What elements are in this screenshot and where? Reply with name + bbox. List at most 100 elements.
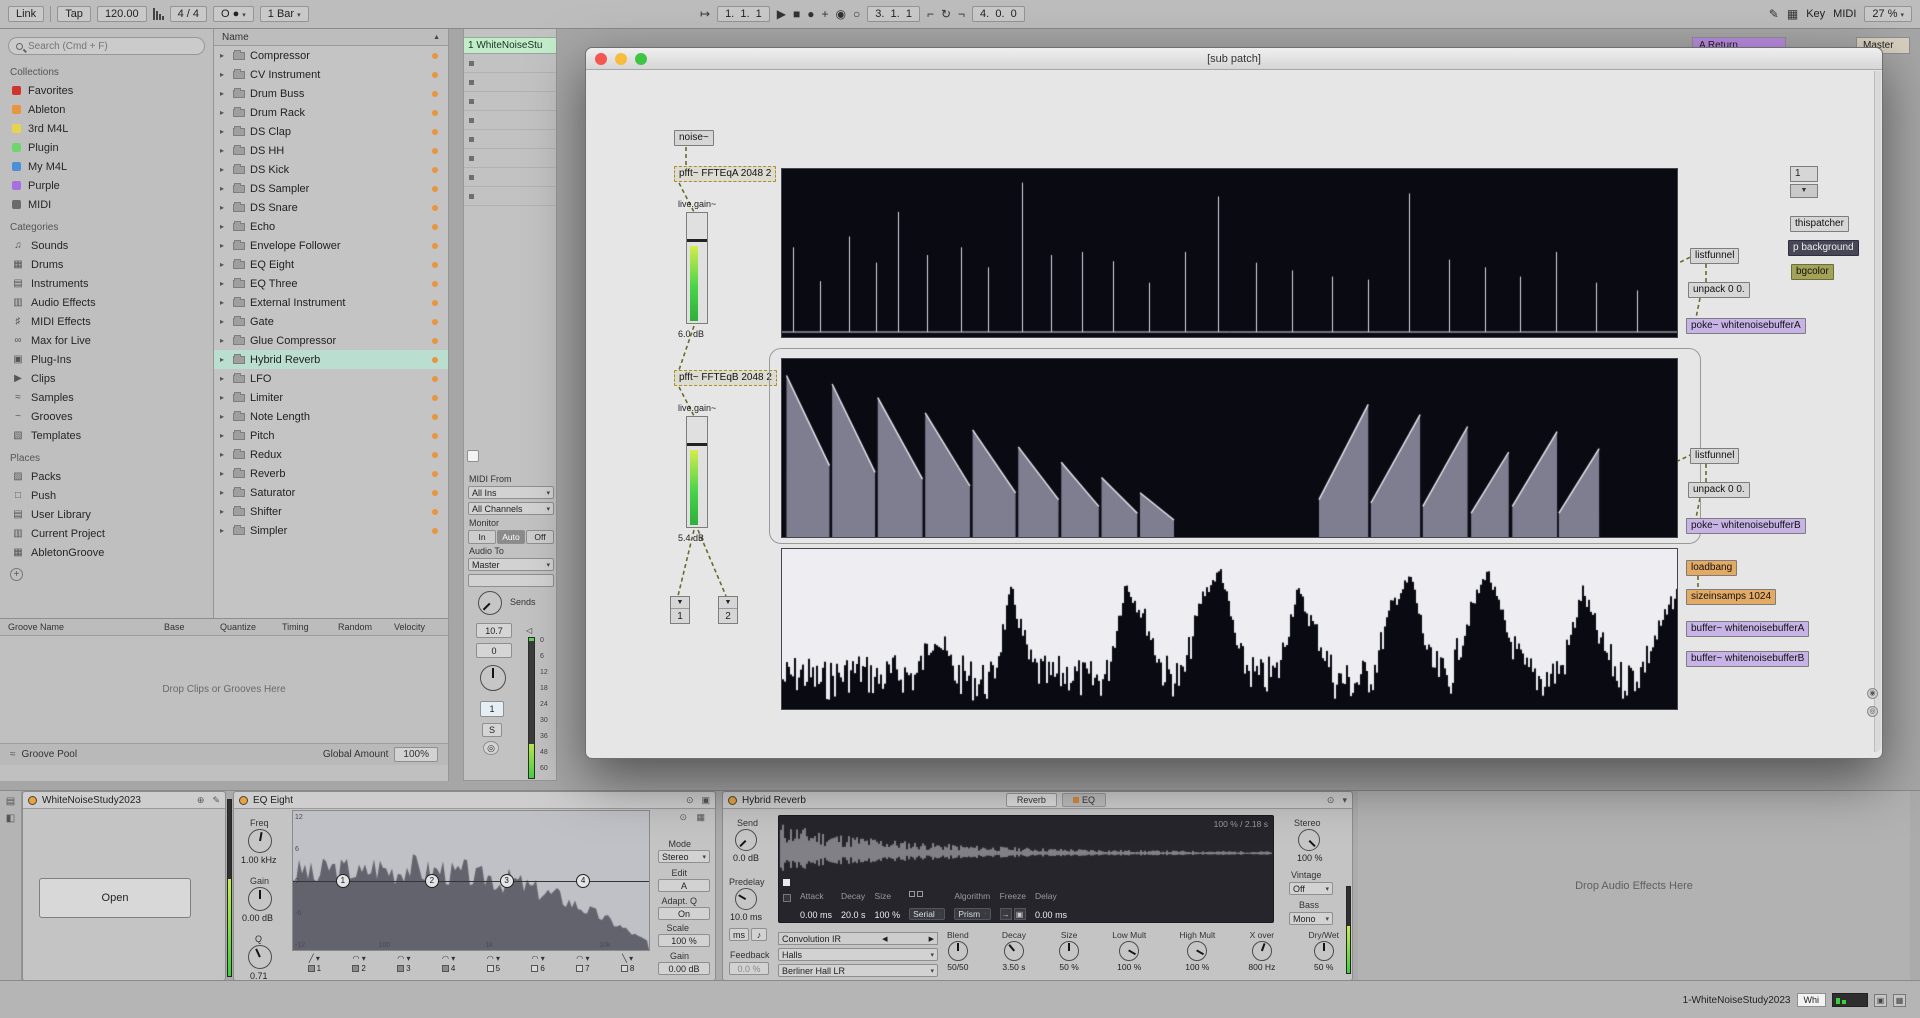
category-item[interactable]: ▦Drums xyxy=(0,255,213,274)
browser-list-item[interactable]: ▸Drum Buss xyxy=(214,84,448,103)
unpack-b-object[interactable]: unpack 0 0. xyxy=(1688,482,1750,498)
band-enable-checkbox[interactable] xyxy=(308,965,315,972)
browser-list-item[interactable]: ▸DS Sampler xyxy=(214,179,448,198)
predelay-value[interactable]: 10.0 ms xyxy=(730,912,762,922)
feedback-field[interactable]: 0.0 % xyxy=(729,962,769,975)
presentation-mode-button[interactable]: ◎ xyxy=(1867,706,1878,717)
groove-drop-zone[interactable]: Drop Clips or Grooves Here xyxy=(0,636,448,743)
search-input[interactable] xyxy=(28,41,178,52)
browser-list-item[interactable]: ▸LFO xyxy=(214,369,448,388)
expand-arrow-icon[interactable]: ▸ xyxy=(220,222,228,231)
knob-value[interactable]: 50 % xyxy=(1314,962,1333,972)
computer-midi-keyboard-icon[interactable]: ▦ xyxy=(1787,7,1798,21)
eq-band-selector[interactable]: ╲ ▾8 xyxy=(605,954,650,973)
expand-arrow-icon[interactable]: ▸ xyxy=(220,450,228,459)
expand-arrow-icon[interactable]: ▸ xyxy=(220,146,228,155)
spectrum-toggle-icon[interactable]: ⊙ xyxy=(679,812,687,823)
open-editor-button[interactable]: Open xyxy=(39,878,191,918)
expand-arrow-icon[interactable]: ▸ xyxy=(220,374,228,383)
trigger-1-box[interactable]: ▼1 xyxy=(670,596,690,624)
midi-from-select[interactable]: All Ins xyxy=(468,486,554,499)
send-value[interactable]: 0.0 dB xyxy=(733,853,759,863)
tap-tempo-button[interactable]: Tap xyxy=(57,6,91,22)
eq-filter-node[interactable]: 2 xyxy=(425,874,439,888)
expand-arrow-icon[interactable]: ▸ xyxy=(220,488,228,497)
capture-midi-icon[interactable]: ◉ xyxy=(836,7,846,21)
reverb-knob-low-mult[interactable] xyxy=(1119,941,1139,961)
groove-pool-icon[interactable]: ≈ xyxy=(10,749,16,760)
category-item[interactable]: ♯MIDI Effects xyxy=(0,312,213,331)
eq-filter-node[interactable]: 3 xyxy=(500,874,514,888)
output-gain-field[interactable]: 0.00 dB xyxy=(658,962,710,975)
groove-column-header[interactable]: Quantize xyxy=(220,622,282,632)
eq-band-selector[interactable]: ◠ ▾7 xyxy=(561,954,606,973)
clip-stop-button[interactable] xyxy=(469,156,474,161)
sort-ascending-icon[interactable]: ▲ xyxy=(433,34,440,41)
preview-button[interactable]: ◎ xyxy=(483,741,499,755)
device-mini-tab[interactable]: Whi xyxy=(1797,993,1827,1007)
audio-to-select[interactable]: Master xyxy=(468,558,554,571)
expand-arrow-icon[interactable]: ▸ xyxy=(220,469,228,478)
fold-icon[interactable]: ▾ xyxy=(1342,795,1347,806)
pfft-ffteqb-object[interactable]: pfft~ FFTEqB 2048 2 xyxy=(674,370,777,386)
add-collection-button[interactable]: + xyxy=(10,568,23,581)
gain-value[interactable]: 0.00 dB xyxy=(242,913,273,923)
send-a-knob[interactable] xyxy=(478,591,502,615)
ir-category-select[interactable]: Halls xyxy=(778,948,938,961)
clip-slot[interactable] xyxy=(464,149,556,168)
groove-column-header[interactable]: Base xyxy=(164,622,220,632)
knob-value[interactable]: 800 Hz xyxy=(1248,962,1275,972)
eq-band-selector[interactable]: ◠ ▾5 xyxy=(471,954,516,973)
audio-to-sub-select[interactable] xyxy=(468,574,554,587)
band-enable-checkbox[interactable] xyxy=(352,965,359,972)
knob-value[interactable]: 50 % xyxy=(1059,962,1078,972)
patcher-lock-button[interactable]: ◉ xyxy=(1867,688,1878,699)
unpack-a-object[interactable]: unpack 0 0. xyxy=(1688,282,1750,298)
browser-list-item[interactable]: ▸Note Length xyxy=(214,407,448,426)
expand-arrow-icon[interactable]: ▸ xyxy=(220,317,228,326)
expand-arrow-icon[interactable]: ▸ xyxy=(220,184,228,193)
clip-stop-button[interactable] xyxy=(469,137,474,142)
expand-arrow-icon[interactable]: ▸ xyxy=(220,241,228,250)
attack-enable-checkbox[interactable] xyxy=(783,894,791,902)
category-item[interactable]: ▣Plug-Ins xyxy=(0,350,213,369)
punch-in-icon[interactable]: ⌐ xyxy=(927,7,934,21)
p-background-subpatch[interactable]: p background xyxy=(1788,240,1859,256)
band-enable-checkbox[interactable] xyxy=(442,965,449,972)
browser-list-item[interactable]: ▸EQ Eight xyxy=(214,255,448,274)
pfft-ffteqa-object[interactable]: pfft~ FFTEqA 2048 2 xyxy=(674,166,776,182)
link-button[interactable]: Link xyxy=(8,6,44,22)
eq-band-selector[interactable]: ◠ ▾6 xyxy=(516,954,561,973)
browser-list-item[interactable]: ▸Saturator xyxy=(214,483,448,502)
time-signature-field[interactable]: 4 / 4 xyxy=(170,6,207,22)
live-gain-b-slider[interactable] xyxy=(686,416,708,528)
listfunnel-a-object[interactable]: listfunnel xyxy=(1690,248,1739,264)
collection-item[interactable]: MIDI xyxy=(0,195,213,214)
clip-slot[interactable] xyxy=(464,92,556,111)
draw-mode-icon[interactable]: ✎ xyxy=(1769,7,1779,21)
zoom-button[interactable] xyxy=(635,53,647,65)
knob-value[interactable]: 100 % xyxy=(1117,962,1141,972)
umenu-dropdown[interactable]: ▼ xyxy=(1790,184,1818,198)
expand-arrow-icon[interactable]: ▸ xyxy=(220,298,228,307)
eq-filter-node[interactable]: 4 xyxy=(576,874,590,888)
monitor-option-in[interactable]: In xyxy=(468,530,496,544)
collection-item[interactable]: 3rd M4L xyxy=(0,119,213,138)
category-item[interactable]: ♫Sounds xyxy=(0,236,213,255)
clip-stop-button[interactable] xyxy=(469,99,474,104)
expand-arrow-icon[interactable]: ▸ xyxy=(220,279,228,288)
eq-spectrum-display[interactable]: 1260-6-12 1001k10k 1234 xyxy=(292,810,650,951)
freq-knob[interactable] xyxy=(248,829,272,853)
bass-mono-select[interactable]: Mono xyxy=(1289,912,1333,925)
filter-shape-icon[interactable]: ╲ ▾ xyxy=(622,954,633,963)
band-enable-checkbox[interactable] xyxy=(487,965,494,972)
midi-channel-select[interactable]: All Channels xyxy=(468,502,554,515)
listfunnel-b-object[interactable]: listfunnel xyxy=(1690,448,1739,464)
browser-list-item[interactable]: ▸Simpler xyxy=(214,521,448,540)
punch-out-icon[interactable]: ¬ xyxy=(958,7,965,21)
adapt-q-toggle[interactable]: On xyxy=(658,907,710,920)
eq-band-selector[interactable]: ╱ ▾1 xyxy=(292,954,337,973)
filter-shape-icon[interactable]: ╱ ▾ xyxy=(309,954,320,963)
overdub-icon[interactable]: + xyxy=(822,7,829,21)
place-item[interactable]: ▨Packs xyxy=(0,467,213,486)
